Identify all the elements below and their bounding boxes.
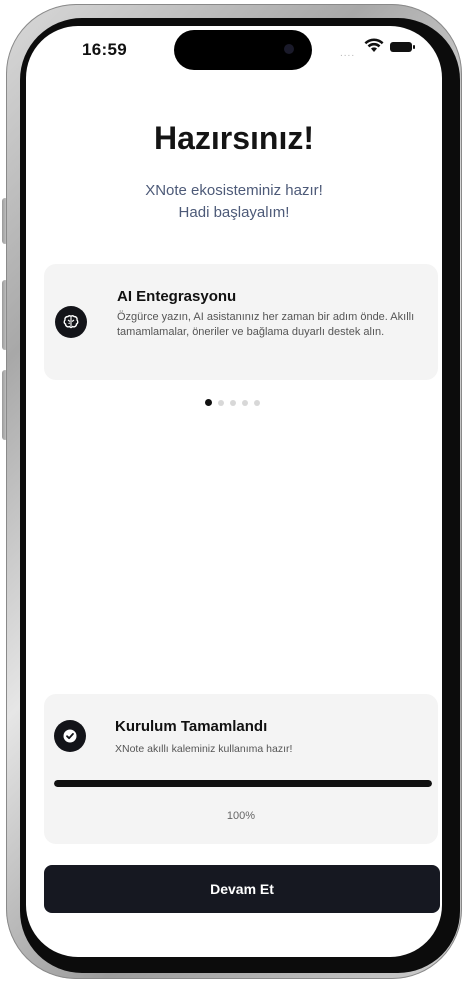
setup-complete-description: XNote akıllı kaleminiz kullanıma hazır! xyxy=(115,743,293,755)
page-title: Hazırsınız! xyxy=(153,120,315,156)
progress-percentage: 100% xyxy=(226,810,256,822)
page-dot[interactable] xyxy=(254,399,260,406)
device-mockup: 16:59 .... Hazırsınız! XNote ekosistemin… xyxy=(0,0,468,983)
page-dot[interactable] xyxy=(218,399,224,406)
feature-description: Özgürce yazın, AI asistanınız her zaman … xyxy=(117,311,415,338)
status-time: 16:59 xyxy=(82,40,127,59)
wifi-icon xyxy=(364,38,384,58)
camera-icon xyxy=(284,44,294,54)
page-dot[interactable] xyxy=(230,399,236,406)
page-dot-active[interactable] xyxy=(205,399,212,406)
page-indicator[interactable] xyxy=(205,399,260,406)
progress-bar-fill xyxy=(54,780,432,787)
check-circle-icon xyxy=(54,720,86,752)
subtitle-line-2: Hadi başlayalım! xyxy=(178,204,290,221)
feature-title: AI Entegrasyonu xyxy=(117,288,237,305)
brain-icon xyxy=(55,306,87,338)
page-dot[interactable] xyxy=(242,399,248,406)
progress-bar xyxy=(54,780,432,787)
subtitle-line-1: XNote ekosisteminiz hazır! xyxy=(145,182,323,199)
continue-button[interactable]: Devam Et xyxy=(44,865,440,913)
battery-icon xyxy=(390,42,415,52)
feature-card[interactable]: AI Entegrasyonu Özgürce yazın, AI asista… xyxy=(44,264,438,380)
page-subtitle: XNote ekosisteminiz hazır! Hadi başlayal… xyxy=(0,180,468,224)
cellular-signal-icon: .... xyxy=(340,48,356,59)
setup-complete-card: Kurulum Tamamlandı XNote akıllı kalemini… xyxy=(44,694,438,844)
setup-complete-title: Kurulum Tamamlandı xyxy=(115,718,268,735)
dynamic-island xyxy=(174,30,312,70)
